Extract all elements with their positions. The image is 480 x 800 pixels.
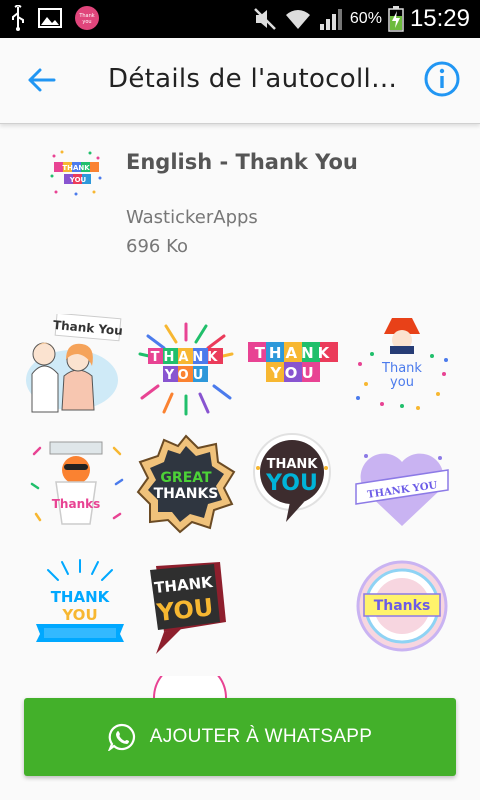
signal-icon xyxy=(319,9,342,30)
info-icon[interactable] xyxy=(422,59,462,99)
add-to-whatsapp-label: AJOUTER À WHATSAPP xyxy=(149,726,373,747)
page-title: Détails de l'autocoll… xyxy=(108,64,398,94)
pack-publisher: WastickerApps xyxy=(126,207,258,228)
sticker-dark-3d[interactable]: THANK YOU xyxy=(142,560,242,660)
pack-size: 696 Ko xyxy=(126,236,188,257)
sticker-purple-heart[interactable]: THANK YOU xyxy=(352,440,452,540)
sticker-orange-character[interactable]: Thanks xyxy=(26,434,126,534)
svg-text:you: you xyxy=(82,19,91,25)
image-icon xyxy=(38,8,62,28)
sticker-text-bottom: YOU xyxy=(265,471,318,496)
tray-text-bottom: YOU xyxy=(69,176,87,184)
sticker-color-blocks[interactable]: THANK YOU xyxy=(244,318,344,418)
sticker-text: Thanks xyxy=(52,497,101,511)
back-arrow-icon[interactable] xyxy=(22,60,62,100)
sticker-confetti-letters[interactable]: THANK YOU xyxy=(136,318,236,418)
sticker-girl-confetti[interactable]: Thank you xyxy=(352,314,452,414)
sticker-text-top: THANK xyxy=(267,457,319,472)
add-to-whatsapp-button[interactable]: AJOUTER À WHATSAPP xyxy=(24,698,456,776)
app-notification-icon: Thank you xyxy=(75,6,99,30)
battery-percent: 60% xyxy=(349,10,382,27)
sticker-text-top: THANK xyxy=(51,588,111,606)
sticker-text-top: GREAT xyxy=(160,470,212,486)
sticker-text-bottom: YOU xyxy=(269,364,317,382)
sticker-pastel-circle[interactable]: Thanks xyxy=(352,556,452,656)
tray-text-top: THANK xyxy=(62,164,90,172)
sticker-couple[interactable]: Thank You xyxy=(22,314,122,414)
sticker-partial xyxy=(153,676,227,698)
sticker-text-top: Thank xyxy=(381,361,422,376)
clock: 15:29 xyxy=(409,5,470,32)
pack-tray-icon: THANK YOU xyxy=(50,150,102,196)
status-bar: Thank you 60% 15:29 xyxy=(0,0,480,38)
sticker-text-bottom: you xyxy=(390,375,414,390)
sticker-speech-bubble[interactable]: THANK YOU xyxy=(244,432,344,532)
sticker-text-top: THANK xyxy=(255,344,334,362)
sticker-text-bottom: YOU xyxy=(155,593,215,627)
sticker-text-bottom: YOU xyxy=(164,368,208,383)
sticker-text: Thanks xyxy=(374,598,431,614)
battery-charging-icon xyxy=(388,6,404,32)
mute-icon xyxy=(254,8,276,30)
whatsapp-icon xyxy=(107,723,135,751)
sticker-great-thanks[interactable]: GREAT THANKS xyxy=(136,434,236,534)
pack-name: English - Thank You xyxy=(126,150,358,174)
sticker-ribbon[interactable]: THANK YOU xyxy=(30,556,130,656)
sticker-text-bottom: THANKS xyxy=(154,486,219,502)
wifi-icon xyxy=(285,10,310,29)
sticker-text-top: THANK xyxy=(151,350,222,365)
usb-icon xyxy=(12,5,24,31)
sticker-text-bottom: YOU xyxy=(61,606,97,624)
app-bar: Détails de l'autocoll… xyxy=(0,38,480,124)
